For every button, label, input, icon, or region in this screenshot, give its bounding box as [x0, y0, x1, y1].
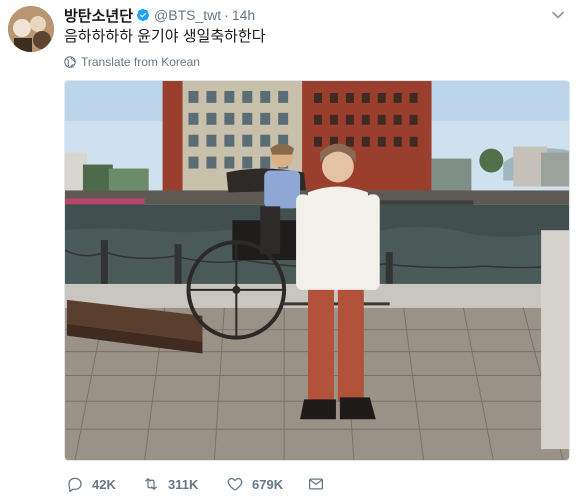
tweet-header: 방탄소년단 @BTS_twt · 14h — [64, 5, 255, 26]
like-button[interactable]: 679K — [226, 475, 283, 493]
retweet-count: 311K — [168, 476, 199, 492]
timestamp[interactable]: 14h — [232, 7, 255, 23]
translate-link[interactable]: Translate from Korean — [64, 54, 200, 70]
author-name[interactable]: 방탄소년단 — [64, 5, 133, 26]
verified-badge-icon — [136, 8, 150, 22]
reply-button[interactable]: 42K — [66, 475, 116, 493]
separator: · — [224, 7, 229, 23]
tweet-text: 음하하하하 윤기야 생일축하한다 — [64, 28, 266, 45]
reply-icon — [68, 477, 82, 493]
retweet-icon — [145, 478, 157, 490]
tweet-photo[interactable] — [64, 80, 570, 461]
avatar-image — [8, 6, 54, 52]
direct-message-icon — [308, 478, 324, 490]
heart-icon — [227, 477, 243, 491]
photo-image — [65, 81, 569, 460]
reply-count: 42K — [92, 476, 116, 492]
tweet-card[interactable]: 방탄소년단 @BTS_twt · 14h 음하하하하 윤기야 생일축하한다 Tr… — [0, 0, 577, 500]
retweet-button[interactable]: 311K — [142, 475, 198, 493]
avatar[interactable] — [8, 6, 54, 52]
like-count: 679K — [252, 476, 284, 492]
direct-message-button[interactable] — [307, 475, 325, 493]
author-handle[interactable]: @BTS_twt — [154, 7, 221, 23]
globe-icon — [64, 56, 76, 68]
translate-label[interactable]: Translate from Korean — [81, 55, 200, 69]
chevron-down-icon[interactable] — [551, 8, 565, 22]
